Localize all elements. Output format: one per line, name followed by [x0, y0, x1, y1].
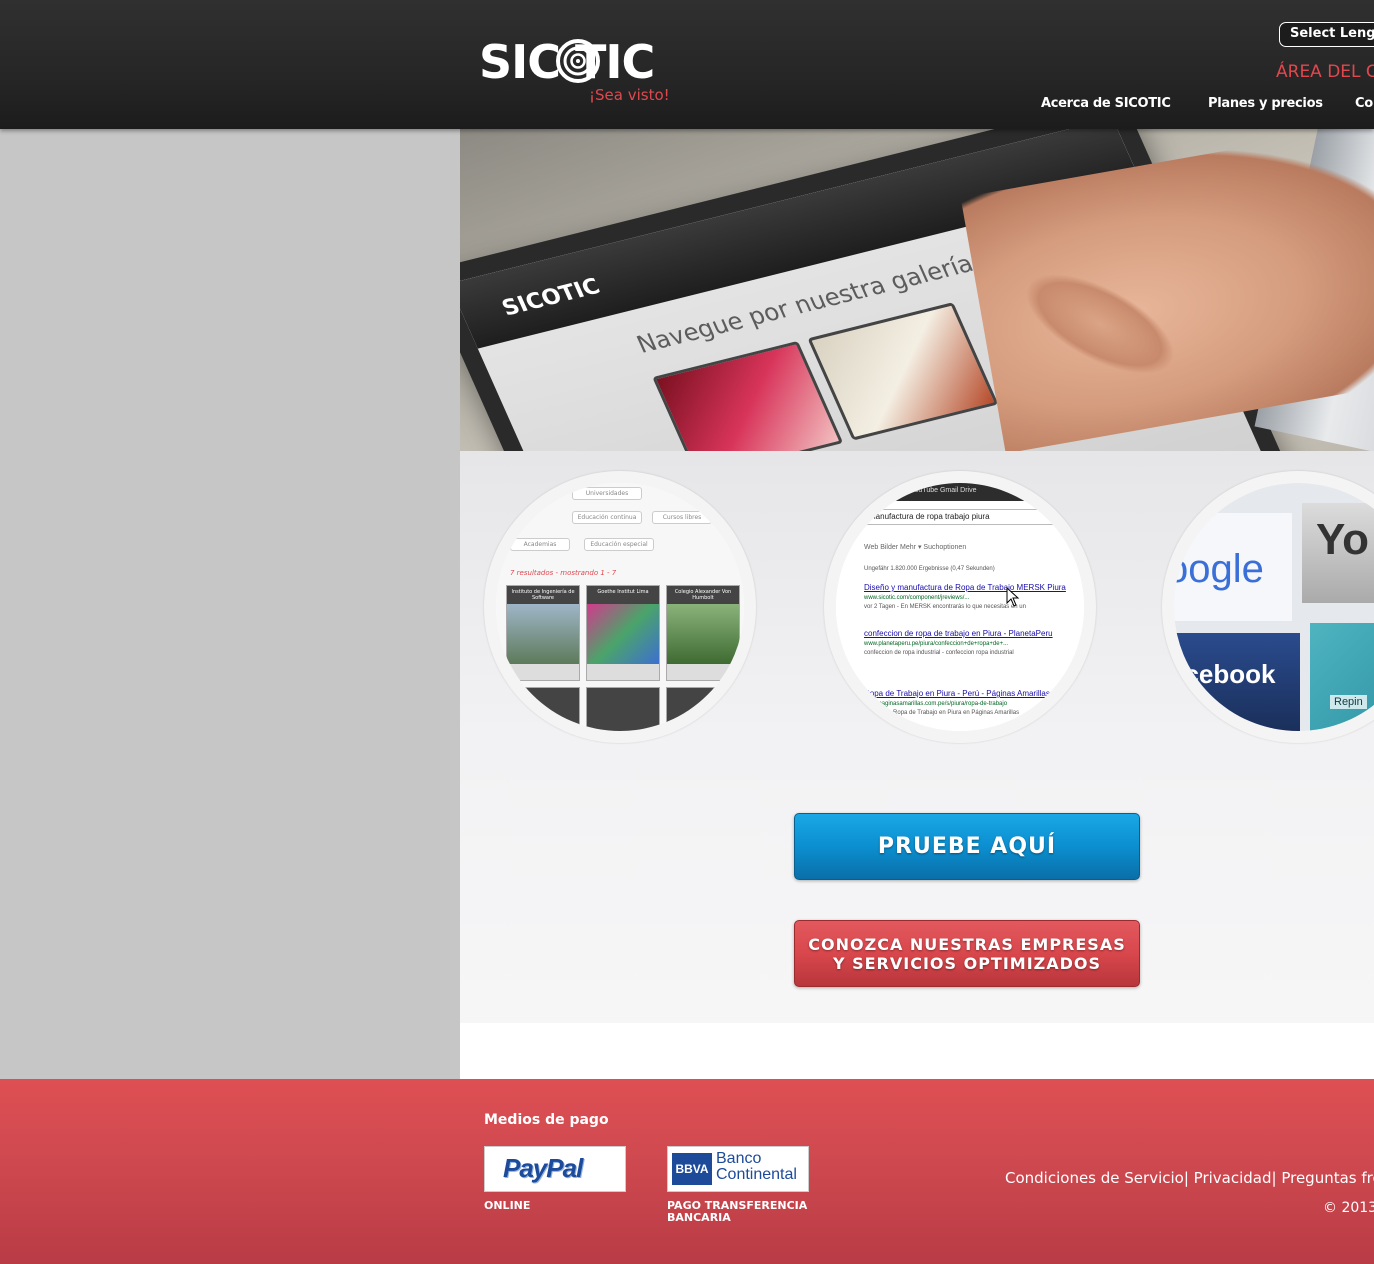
listing-card: Goethe Institut Lima — [586, 585, 660, 681]
copyright: © 2013 — [1323, 1200, 1374, 1216]
try-here-button[interactable]: PRUEBE AQUÍ — [794, 813, 1140, 880]
search-result-desc: confeccion de ropa industrial - confecci… — [864, 650, 1014, 656]
explore-companies-line1: CONOZCA NUESTRAS EMPRESAS — [808, 935, 1126, 954]
search-result-count: Ungefähr 1.820.000 Ergebnisse (0,47 Seku… — [864, 566, 995, 572]
repin-label: Repin — [1330, 695, 1367, 709]
hero-image: SICOTIC Navegue por nuestra galería de e… — [460, 129, 1374, 451]
swirl-icon — [556, 39, 600, 83]
directory-preview: Universidades Educación continua Cursos … — [496, 483, 744, 731]
search-preview: Maps Play YouTube Gmail Drive manufactur… — [836, 483, 1084, 731]
bbva-bank-name-line1: Banco — [716, 1150, 762, 1167]
youtube-logo-text: Yo — [1316, 515, 1369, 564]
category-pill: Academias — [510, 538, 570, 551]
search-result-title: Ropa de Trabajo en Piura - Perú - Página… — [864, 689, 1050, 698]
search-query-box: manufactura de ropa trabajo piura — [864, 509, 1084, 525]
terms-link[interactable]: Condiciones de Servicio — [1005, 1169, 1184, 1187]
google-logo-text: oogle — [1174, 547, 1264, 591]
listing-card-title: Instituto de Ingeniería de Software — [507, 586, 579, 604]
listing-card-image — [587, 604, 659, 664]
bbva-logo: BBVA Banco Continental — [667, 1146, 809, 1192]
client-area-link[interactable]: ÁREA DEL C — [1276, 62, 1374, 82]
faq-link[interactable]: Preguntas fre — [1281, 1169, 1374, 1187]
listing-card-title: Colegio Alexander Von Humbolt — [667, 586, 739, 604]
search-result-title: confeccion de ropa de trabajo en Piura -… — [864, 629, 1053, 638]
bank-transfer-label: PAGO TRANSFERENCIA BANCARIA — [667, 1200, 807, 1224]
nav-contact[interactable]: Co — [1355, 96, 1373, 111]
footer-links: Condiciones de Servicio| Privacidad| Pre… — [1005, 1169, 1374, 1187]
social-collage-circle: oogle Yo acebook Repin — [1162, 471, 1374, 743]
listing-card-image — [507, 604, 579, 664]
paypal-logo-text: PayPal — [503, 1153, 583, 1183]
search-tabs: Web Bilder Mehr ▾ Suchoptionen — [864, 544, 967, 551]
youtube-tile: Yo — [1302, 503, 1374, 603]
bbva-bank-name: Banco Continental — [716, 1151, 797, 1183]
facebook-tile: acebook — [1174, 633, 1300, 731]
facebook-logo-text: acebook — [1174, 659, 1276, 689]
category-pill: Universidades — [572, 487, 642, 500]
search-result-url: www.planetaperu.pe/piura/confeccion+de+r… — [864, 641, 1009, 647]
listing-card: Colegio Alexander Von Humbolt — [666, 585, 740, 681]
nav-plans-pricing[interactable]: Planes y precios — [1208, 96, 1323, 111]
site-header: SIC TIC ¡Sea visto! Select Lengu ÁREA DE… — [0, 0, 1374, 129]
explore-companies-line2: Y SERVICIOS OPTIMIZADOS — [832, 954, 1102, 973]
link-separator: | — [1271, 1169, 1282, 1187]
listing-card — [506, 687, 580, 731]
privacy-link[interactable]: Privacidad — [1194, 1169, 1272, 1187]
feature-section: Universidades Educación continua Cursos … — [460, 451, 1374, 1023]
category-pill: Cursos libres — [652, 511, 712, 524]
bbva-bank-name-line2: Continental — [716, 1166, 797, 1183]
explore-companies-button[interactable]: CONOZCA NUESTRAS EMPRESAS Y SERVICIOS OP… — [794, 920, 1140, 987]
search-preview-circle: Maps Play YouTube Gmail Drive manufactur… — [824, 471, 1096, 743]
category-pill: Educación especial — [584, 538, 654, 551]
search-result-url: www.paginasamarillas.com.pe/s/piura/ropa… — [864, 701, 1008, 707]
site-footer: Medios de pago PayPal ONLINE BBVA Banco … — [0, 1079, 1374, 1264]
tablet-tile-food — [807, 302, 999, 441]
tablet-tile-art — [652, 340, 844, 451]
payment-methods-title: Medios de pago — [484, 1112, 609, 1128]
social-collage: oogle Yo acebook Repin — [1174, 483, 1374, 731]
listing-card-image — [667, 604, 739, 664]
paypal-label: ONLINE — [484, 1199, 531, 1212]
listing-card — [666, 687, 740, 731]
sicotic-logo[interactable]: SIC TIC ¡Sea visto! — [479, 36, 679, 116]
listing-card-title: Goethe Institut Lima — [587, 586, 659, 604]
link-separator: | — [1183, 1169, 1194, 1187]
logo-tagline: ¡Sea visto! — [589, 86, 670, 104]
bank-transfer-label-line2: BANCARIA — [667, 1211, 731, 1224]
pinterest-tile: Repin — [1310, 623, 1374, 731]
nav-about[interactable]: Acerca de SICOTIC — [1041, 96, 1171, 111]
main-content: SICOTIC Navegue por nuestra galería de e… — [460, 129, 1374, 1079]
directory-preview-circle: Universidades Educación continua Cursos … — [484, 471, 756, 743]
paypal-logo: PayPal — [484, 1146, 626, 1192]
listing-card — [586, 687, 660, 731]
results-count: 7 resultados - mostrando 1 - 7 — [510, 569, 617, 577]
google-tile: oogle — [1174, 513, 1292, 621]
bbva-mark: BBVA — [672, 1153, 712, 1185]
search-top-bar: Maps Play YouTube Gmail Drive — [836, 483, 1084, 501]
mouse-cursor-icon — [1006, 587, 1020, 607]
listing-card: Instituto de Ingeniería de Software — [506, 585, 580, 681]
language-select[interactable]: Select Lengu — [1279, 22, 1374, 47]
search-result-desc: vor 2 Tagen - En MERSK encontrarás lo qu… — [864, 604, 1026, 610]
search-result-url: www.sicotic.com/component/jreviews/... — [864, 595, 970, 601]
category-pill: Educación continua — [572, 511, 642, 524]
search-result-desc: Encuentra Ropa de Trabajo en Piura en Pá… — [864, 710, 1020, 716]
search-result-title: Diseño y manufactura de Ropa de Trabajo … — [864, 583, 1066, 592]
